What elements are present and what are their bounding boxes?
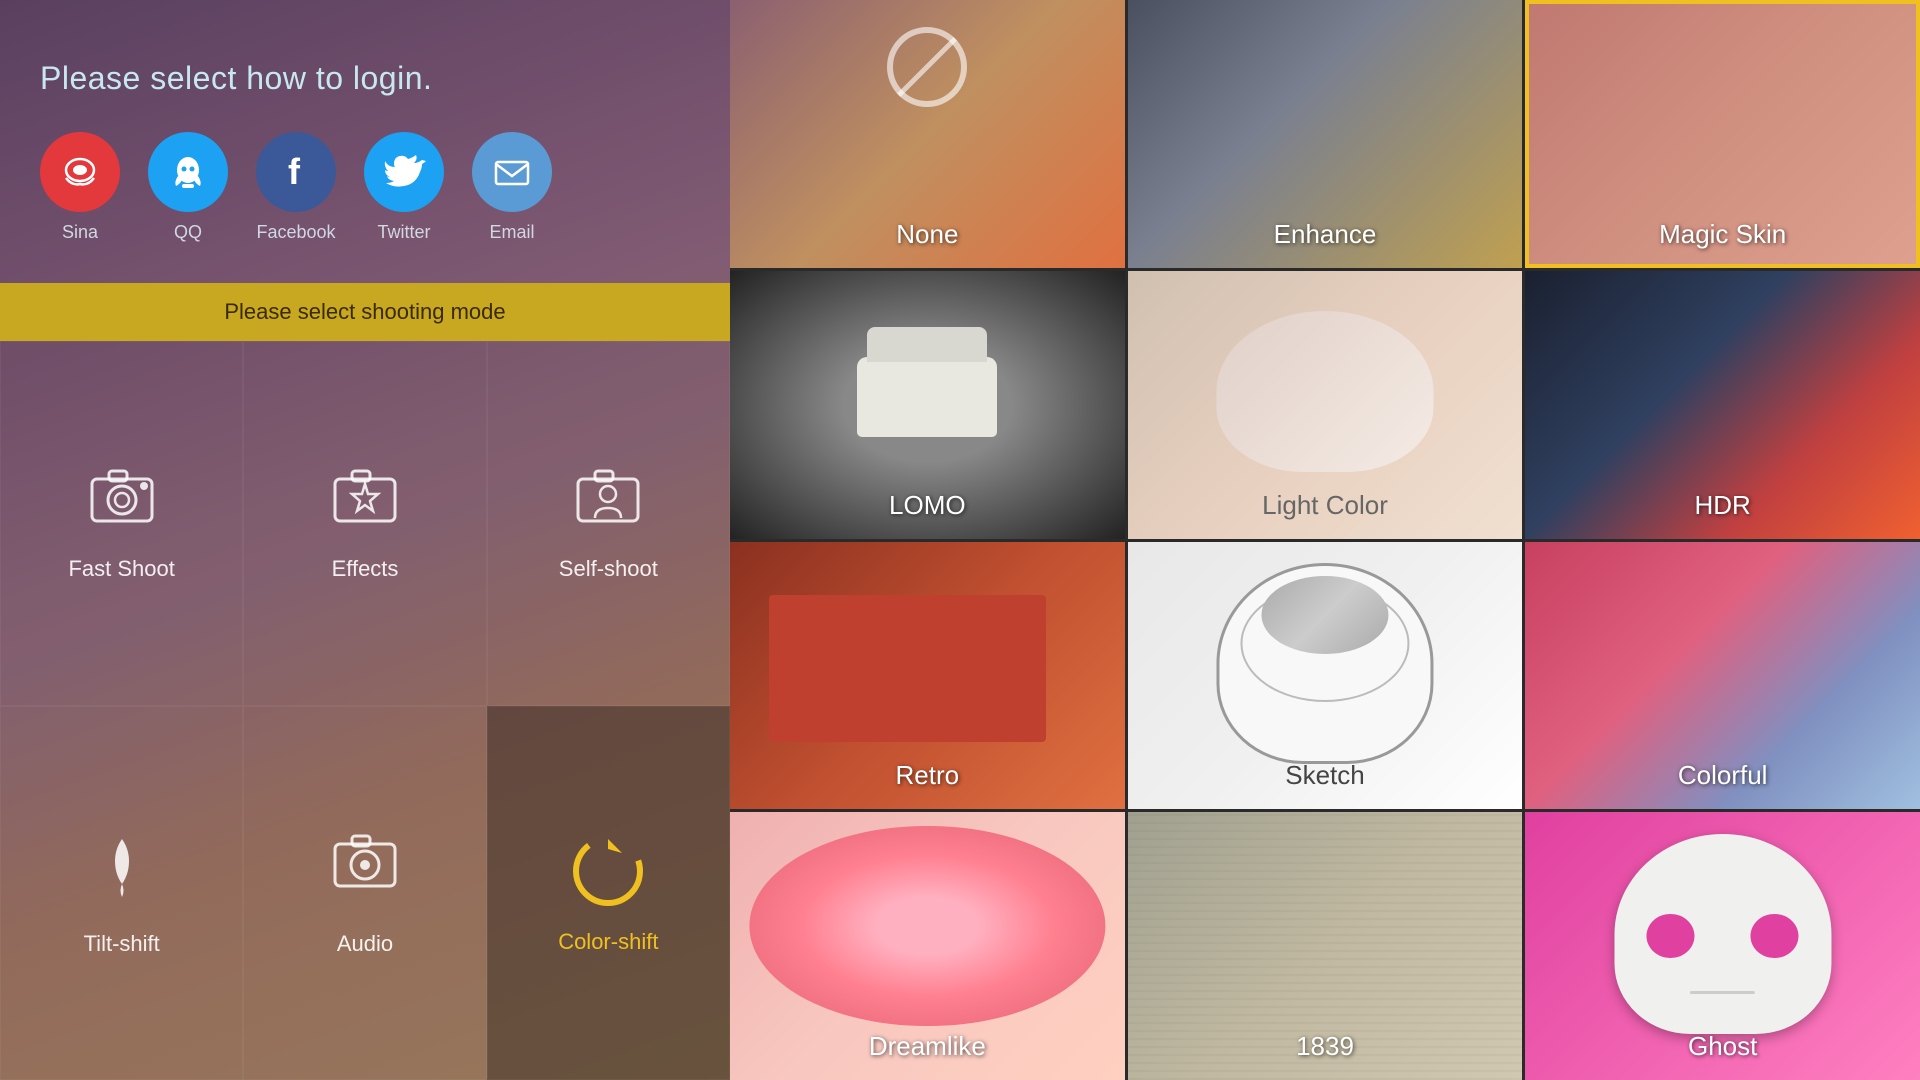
filter-lomo[interactable]: LOMO (730, 271, 1125, 539)
fast-shoot-button[interactable]: Fast Shoot (0, 341, 243, 706)
filter-none-label: None (730, 219, 1125, 250)
filter-none[interactable]: None (730, 0, 1125, 268)
login-title: Please select how to login. (40, 60, 690, 97)
retro-tram-shape (769, 595, 1045, 742)
fast-shoot-icon (87, 464, 157, 538)
filter-sketch-label: Sketch (1128, 760, 1523, 791)
filter-sketch[interactable]: Sketch (1128, 542, 1523, 810)
filter-enhance[interactable]: Enhance (1128, 0, 1523, 268)
self-shoot-icon (573, 464, 643, 538)
fast-shoot-label: Fast Shoot (68, 556, 174, 582)
audio-icon (330, 829, 400, 913)
twitter-login[interactable]: Twitter (364, 132, 444, 243)
facebook-login[interactable]: f Facebook (256, 132, 336, 243)
tilt-shift-icon (87, 829, 157, 913)
filter-retro[interactable]: Retro (730, 542, 1125, 810)
shooting-grid: Fast Shoot Effects Self-s (0, 341, 730, 1080)
color-shift-icon (568, 831, 648, 911)
filter-dreamlike-label: Dreamlike (730, 1031, 1125, 1062)
lomo-bus-shape (857, 357, 997, 437)
email-label: Email (489, 222, 534, 243)
facebook-label: Facebook (256, 222, 335, 243)
filter-colorful-label: Colorful (1525, 760, 1920, 791)
twitter-label: Twitter (377, 222, 430, 243)
tilt-shift-label: Tilt-shift (84, 931, 160, 957)
sketch-face-shape (1216, 563, 1433, 764)
filter-1839[interactable]: 1839 (1128, 812, 1523, 1080)
effects-button[interactable]: Effects (243, 341, 486, 706)
qq-login[interactable]: QQ (148, 132, 228, 243)
color-shift-button[interactable]: Color-shift (487, 706, 730, 1080)
filters-panel: None Enhance Magic Skin LOMO Light Color… (730, 0, 1920, 1080)
audio-label: Audio (337, 931, 393, 957)
filter-retro-label: Retro (730, 760, 1125, 791)
qq-icon (148, 132, 228, 212)
filter-dreamlike[interactable]: Dreamlike (730, 812, 1125, 1080)
email-login[interactable]: Email (472, 132, 552, 243)
twitter-icon (364, 132, 444, 212)
none-icon (887, 27, 967, 107)
audio-button[interactable]: Audio (243, 706, 486, 1080)
filter-enhance-label: Enhance (1128, 219, 1523, 250)
filter-magic-skin-bg (1525, 0, 1920, 268)
filter-light-color-label: Light Color (1128, 490, 1523, 521)
ghost-skull-shape (1614, 834, 1831, 1035)
self-shoot-label: Self-shoot (559, 556, 658, 582)
filter-1839-label: 1839 (1128, 1031, 1523, 1062)
login-section: Please select how to login. Sina (0, 0, 730, 273)
filter-ghost[interactable]: Ghost (1525, 812, 1920, 1080)
filter-magic-skin-label: Magic Skin (1525, 219, 1920, 250)
effects-icon (330, 464, 400, 538)
email-icon (472, 132, 552, 212)
effects-label: Effects (332, 556, 399, 582)
sina-icon (40, 132, 120, 212)
social-icons-row: Sina QQ f (40, 132, 690, 243)
filter-ghost-label: Ghost (1525, 1031, 1920, 1062)
filter-hdr[interactable]: HDR (1525, 271, 1920, 539)
color-shift-label: Color-shift (558, 929, 658, 955)
left-panel: Please select how to login. Sina (0, 0, 730, 1080)
filter-lomo-label: LOMO (730, 490, 1125, 521)
svg-text:f: f (288, 151, 301, 192)
sina-label: Sina (62, 222, 98, 243)
filter-magic-skin[interactable]: Magic Skin (1525, 0, 1920, 268)
filter-light-color[interactable]: Light Color (1128, 271, 1523, 539)
tilt-shift-button[interactable]: Tilt-shift (0, 706, 243, 1080)
filter-hdr-label: HDR (1525, 490, 1920, 521)
sina-login[interactable]: Sina (40, 132, 120, 243)
filter-colorful[interactable]: Colorful (1525, 542, 1920, 810)
shooting-mode-banner: Please select shooting mode (0, 283, 730, 341)
qq-label: QQ (174, 222, 202, 243)
self-shoot-button[interactable]: Self-shoot (487, 341, 730, 706)
facebook-icon: f (256, 132, 336, 212)
